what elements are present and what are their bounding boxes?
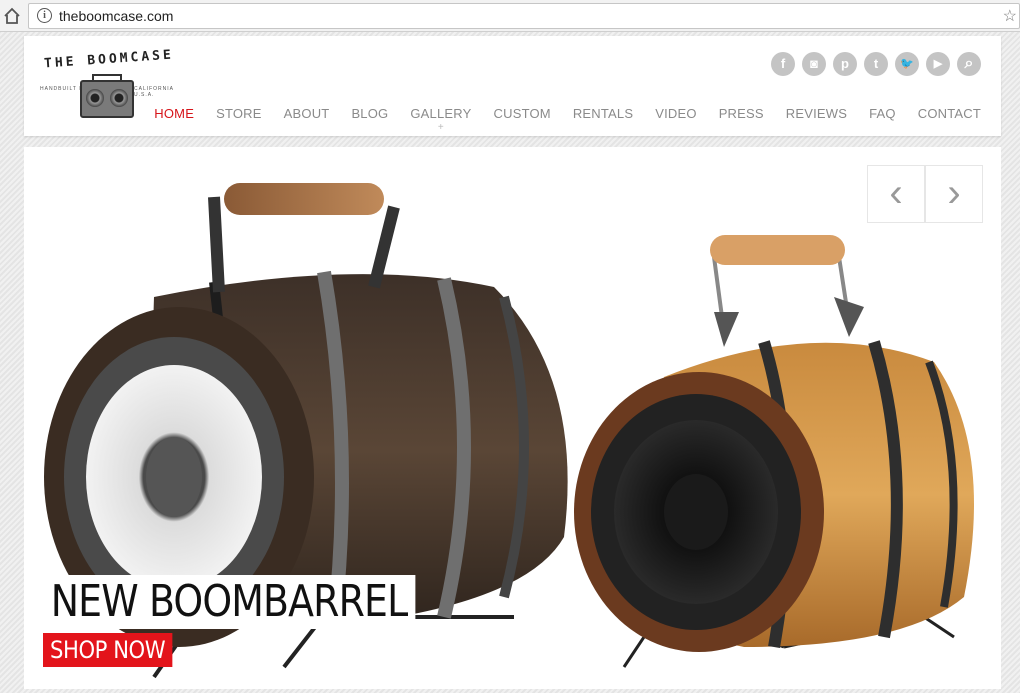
search-icon[interactable]: ⌕: [957, 52, 981, 76]
nav-press[interactable]: PRESS: [719, 106, 764, 121]
slider-prev-button[interactable]: ‹: [867, 165, 925, 223]
nav-contact[interactable]: CONTACT: [918, 106, 981, 121]
nav-custom[interactable]: CUSTOM: [494, 106, 551, 121]
facebook-icon[interactable]: f: [771, 52, 795, 76]
nav-video[interactable]: VIDEO: [655, 106, 696, 121]
nav-rentals[interactable]: RENTALS: [573, 106, 633, 121]
tumblr-icon[interactable]: t: [864, 52, 888, 76]
nav-gallery-label: GALLERY: [410, 106, 472, 121]
pinterest-icon[interactable]: p: [833, 52, 857, 76]
url-input[interactable]: i theboomcase.com ☆: [28, 3, 1020, 29]
site-logo[interactable]: THE BOOMCASE HANDBUILT IN CALIFORNIA U.S…: [40, 47, 174, 122]
nav-faq[interactable]: FAQ: [869, 106, 896, 121]
nav-home[interactable]: HOME: [154, 106, 194, 121]
youtube-icon[interactable]: ▶: [926, 52, 950, 76]
info-icon[interactable]: i: [37, 8, 52, 23]
shop-now-button[interactable]: SHOP NOW: [43, 633, 173, 667]
submenu-plus-icon[interactable]: +: [438, 122, 444, 133]
logo-sub-right: CALIFORNIA U.S.A.: [134, 86, 174, 98]
main-nav: HOME STORE ABOUT BLOG GALLERY + CUSTOM R…: [154, 106, 981, 133]
nav-reviews[interactable]: REVIEWS: [786, 106, 847, 121]
nav-about[interactable]: ABOUT: [284, 106, 330, 121]
url-text: theboomcase.com: [59, 8, 174, 24]
boombox-icon: [80, 74, 134, 118]
site-header: THE BOOMCASE HANDBUILT IN CALIFORNIA U.S…: [24, 36, 1001, 136]
logo-text: THE BOOMCASE: [43, 47, 175, 72]
slide-caption: NEW BOOMBARREL: [43, 575, 416, 629]
twitter-icon[interactable]: 🐦: [895, 52, 919, 76]
nav-gallery[interactable]: GALLERY +: [410, 106, 472, 133]
home-icon[interactable]: [2, 6, 22, 26]
social-links: f ◙ p t 🐦 ▶ ⌕: [771, 52, 981, 76]
nav-store[interactable]: STORE: [216, 106, 262, 121]
instagram-icon[interactable]: ◙: [802, 52, 826, 76]
browser-address-bar: i theboomcase.com ☆: [0, 0, 1020, 32]
nav-blog[interactable]: BLOG: [351, 106, 388, 121]
bookmark-star-icon[interactable]: ☆: [1003, 6, 1017, 26]
slider-next-button[interactable]: ›: [925, 165, 983, 223]
hero-slider: ‹ › NEW BOOMBARREL SHOP NOW: [24, 147, 1001, 689]
